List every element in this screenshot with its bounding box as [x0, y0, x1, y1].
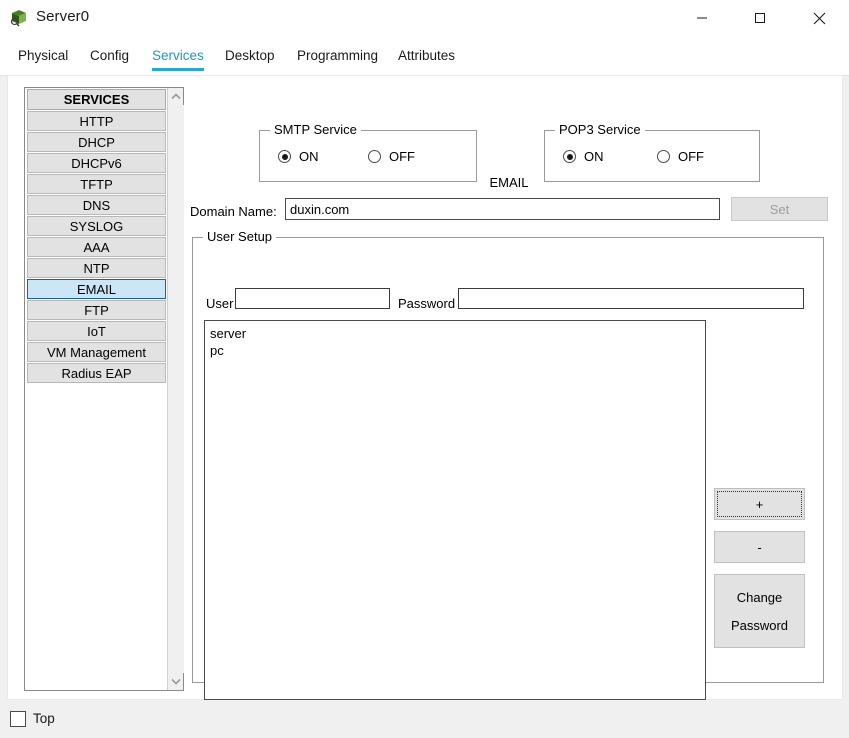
radio-indicator[interactable]	[368, 150, 381, 163]
services-scrollbar[interactable]	[167, 88, 184, 690]
add-user-button[interactable]: +	[714, 488, 805, 520]
sidebar-item-label: SYSLOG	[69, 218, 124, 234]
change-password-line1: Change	[736, 589, 783, 605]
sidebar-item-label: EMAIL	[76, 281, 116, 297]
sidebar-item-label: DHCPv6	[71, 155, 122, 171]
title-bar: Server0	[0, 0, 849, 36]
sidebar-item-dns[interactable]: DNS	[27, 195, 166, 215]
sidebar-item-label: DHCP	[78, 134, 115, 150]
user-input[interactable]	[235, 288, 390, 309]
sidebar-item-email[interactable]: EMAIL	[27, 279, 166, 299]
smtp-service-group: SMTP Service ON OFF	[259, 122, 477, 182]
sidebar-item-ftp[interactable]: FTP	[27, 300, 166, 320]
tab-services[interactable]: Services	[152, 36, 204, 75]
list-item[interactable]: pc	[210, 342, 705, 359]
tab-label: Attributes	[398, 48, 456, 63]
sidebar-item-label: Radius EAP	[61, 365, 132, 381]
smtp-off-radio[interactable]: OFF	[368, 149, 415, 164]
sidebar-item-label: DNS	[82, 197, 111, 213]
pop3-group-legend: POP3 Service	[555, 122, 645, 137]
tab-label: Config	[90, 48, 130, 63]
sidebar-item-label: VM Management	[47, 344, 146, 360]
pop3-on-radio[interactable]: ON	[563, 149, 604, 164]
tab-label: Desktop	[225, 48, 275, 63]
sidebar-item-iot[interactable]: IoT	[27, 321, 166, 341]
sidebar-item-label: NTP	[83, 260, 110, 276]
smtp-on-label: ON	[299, 149, 319, 164]
pop3-on-label: ON	[584, 149, 604, 164]
sidebar-item-label: HTTP	[79, 113, 114, 129]
tab-attributes[interactable]: Attributes	[398, 36, 455, 75]
server-configuration-window: Server0 Physical Config Services Desktop Pro…	[0, 0, 849, 738]
sidebar-item-tftp[interactable]: TFTP	[27, 174, 166, 194]
pop3-off-label: OFF	[678, 149, 704, 164]
email-service-pane: EMAIL SMTP Service ON OFF POP3 Service O…	[190, 87, 828, 700]
sidebar-item-label: TFTP	[80, 176, 113, 192]
maximize-icon[interactable]	[737, 0, 783, 36]
tab-label: Physical	[18, 48, 69, 63]
sidebar-item-radius-eap[interactable]: Radius EAP	[27, 363, 166, 383]
tab-bar: Physical Config Services Desktop Programming…	[0, 36, 849, 76]
tab-programming[interactable]: Programming	[297, 36, 378, 75]
list-item[interactable]: server	[210, 325, 705, 342]
password-label: Password	[398, 296, 456, 311]
sidebar-item-vm-management[interactable]: VM Management	[27, 342, 166, 362]
tab-label: Services	[152, 48, 204, 63]
change-password-line2: Password	[730, 617, 789, 633]
services-list-header: SERVICES	[27, 89, 166, 110]
radio-indicator[interactable]	[278, 150, 291, 163]
remove-user-button[interactable]: -	[714, 531, 805, 563]
scrollbar-track[interactable]	[168, 105, 184, 673]
sidebar-item-label: FTP	[84, 302, 109, 318]
user-setup-group: User Setup User Password server pc + - Ch…	[192, 229, 824, 700]
password-input[interactable]	[458, 288, 804, 309]
pop3-off-radio[interactable]: OFF	[657, 149, 704, 164]
sidebar-item-dhcp[interactable]: DHCP	[27, 132, 166, 152]
window-title: Server0	[36, 8, 90, 25]
sidebar-item-syslog[interactable]: SYSLOG	[27, 216, 166, 236]
smtp-group-legend: SMTP Service	[270, 122, 361, 137]
sidebar-item-aaa[interactable]: AAA	[27, 237, 166, 257]
pop3-service-group: POP3 Service ON OFF	[544, 122, 760, 182]
tab-desktop[interactable]: Desktop	[225, 36, 275, 75]
services-sidebar: SERVICES HTTP DHCP DHCPv6 TFTP DNS SYSLOG AAA NT…	[24, 87, 184, 691]
user-setup-legend: User Setup	[203, 229, 277, 244]
user-list[interactable]: server pc	[204, 320, 706, 700]
minimize-icon[interactable]	[679, 0, 725, 36]
tab-physical[interactable]: Physical	[18, 36, 68, 75]
tab-label: Programming	[297, 48, 379, 63]
radio-indicator[interactable]	[563, 150, 576, 163]
tab-active-underline	[152, 68, 204, 71]
sidebar-item-label: IoT	[87, 323, 106, 339]
set-button[interactable]: Set	[731, 197, 828, 221]
smtp-off-label: OFF	[389, 149, 415, 164]
smtp-on-radio[interactable]: ON	[278, 149, 319, 164]
close-icon[interactable]	[796, 0, 842, 36]
packet-tracer-server-icon	[10, 9, 28, 27]
top-checkbox-label: Top	[33, 711, 55, 726]
tab-config[interactable]: Config	[90, 36, 129, 75]
sidebar-item-dhcpv6[interactable]: DHCPv6	[27, 153, 166, 173]
domain-name-input[interactable]	[285, 198, 720, 220]
bottom-bar: Top	[0, 700, 849, 738]
change-password-button[interactable]: Change Password	[714, 574, 805, 648]
chevron-up-icon[interactable]	[168, 88, 184, 105]
sidebar-item-http[interactable]: HTTP	[27, 111, 166, 131]
services-list: SERVICES HTTP DHCP DHCPv6 TFTP DNS SYSLOG AAA NT…	[25, 88, 168, 690]
domain-name-label: Domain Name:	[190, 204, 277, 219]
radio-indicator[interactable]	[657, 150, 670, 163]
sidebar-item-label: AAA	[83, 239, 110, 255]
chevron-down-icon[interactable]	[168, 673, 184, 690]
top-checkbox[interactable]	[10, 711, 26, 727]
tab-content-services: SERVICES HTTP DHCP DHCPv6 TFTP DNS SYSLOG AAA NT…	[7, 75, 843, 700]
user-label: User	[206, 296, 234, 311]
sidebar-item-ntp[interactable]: NTP	[27, 258, 166, 278]
